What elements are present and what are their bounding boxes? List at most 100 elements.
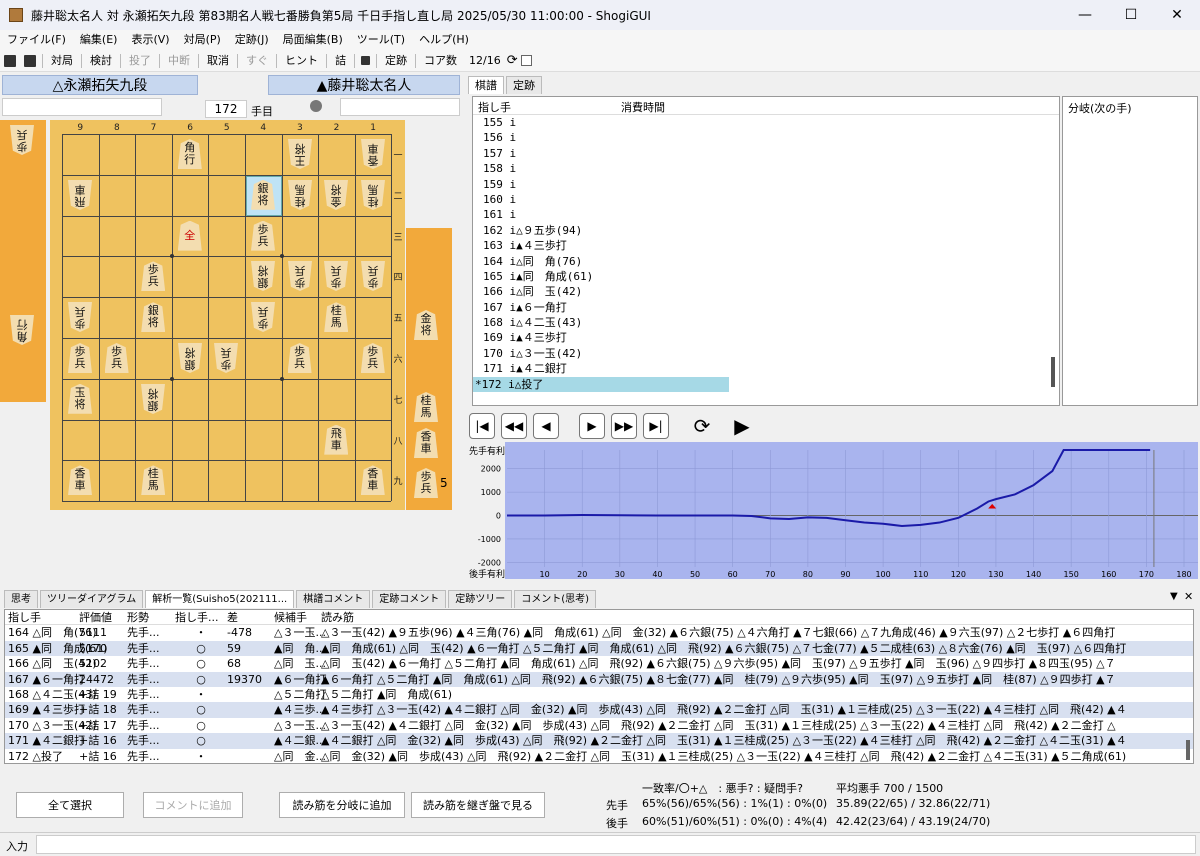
- sente-hand-piece[interactable]: 歩兵: [414, 468, 438, 498]
- board-piece[interactable]: 銀将: [251, 179, 275, 210]
- board-piece[interactable]: 桂馬: [324, 302, 349, 333]
- kifu-move-row[interactable]: 167 i▲６一角打: [473, 300, 1059, 315]
- board-piece[interactable]: 歩兵: [104, 343, 129, 373]
- kifu-tab-0[interactable]: 棋譜: [468, 76, 504, 94]
- board-piece[interactable]: 金将: [324, 180, 348, 210]
- analysis-row[interactable]: 169 ▲４三歩打 +詰 18 先手... ○ ▲４三歩... ▲４三歩打 △３一玉(42…: [5, 702, 1193, 718]
- first-move-button[interactable]: |◀: [469, 413, 495, 439]
- add-comment-button[interactable]: コメントに追加: [143, 792, 243, 818]
- kifu-move-row[interactable]: 170 i△３一玉(42): [473, 346, 1059, 361]
- kifu-move-row[interactable]: *172 i△投了: [473, 376, 729, 393]
- analysis-row[interactable]: 172 △投了 +詰 16 先手... ・ △同 金... △同 金(32) ▲同 歩成(…: [5, 749, 1193, 763]
- analysis-row[interactable]: 164 △同 角(76) 5111 先手... ・ -478 △３一玉... △３一玉(42…: [5, 625, 1193, 640]
- board-piece[interactable]: 歩兵: [288, 261, 312, 291]
- board-piece[interactable]: 桂馬: [141, 465, 166, 496]
- play-button[interactable]: 対局: [45, 50, 79, 72]
- analysis-tab-4[interactable]: 定跡コメント: [372, 590, 447, 608]
- board-piece[interactable]: 香車: [360, 465, 385, 496]
- kifu-move-row[interactable]: 164 i△同 角(76): [473, 254, 1059, 269]
- save-icon[interactable]: [24, 54, 36, 67]
- mate-button[interactable]: 詰: [329, 50, 352, 72]
- analysis-header-cell[interactable]: 評価値: [79, 610, 127, 624]
- analysis-header-cell[interactable]: 差: [227, 610, 274, 624]
- board-piece[interactable]: 歩兵: [214, 343, 238, 373]
- pane-close-icon[interactable]: ✕: [1184, 590, 1193, 603]
- board-piece[interactable]: 歩兵: [361, 261, 385, 291]
- analysis-header-cell[interactable]: 候補手: [274, 610, 321, 624]
- kifu-move-row[interactable]: 161 i: [473, 207, 1059, 222]
- board-piece[interactable]: 歩兵: [251, 302, 275, 332]
- hint-button[interactable]: ヒント: [279, 50, 324, 72]
- analysis-tab-0[interactable]: 思考: [4, 590, 38, 608]
- gote-hand-piece[interactable]: 角行: [10, 315, 34, 345]
- pane-collapse-icon[interactable]: ▼: [1170, 591, 1178, 602]
- pause-button[interactable]: 中断: [162, 50, 196, 72]
- analysis-scrollbar[interactable]: [1186, 740, 1190, 760]
- resign-button[interactable]: 投了: [123, 50, 157, 72]
- analysis-header-cell[interactable]: 形勢: [127, 610, 175, 624]
- menu-item-5[interactable]: 局面編集(B): [276, 30, 350, 50]
- back-button[interactable]: ◀: [533, 413, 559, 439]
- board-piece[interactable]: 歩兵: [68, 302, 92, 332]
- kifu-move-row[interactable]: 159 i: [473, 177, 1059, 192]
- board-piece[interactable]: 角行: [177, 139, 202, 169]
- board-piece[interactable]: 香車: [68, 465, 92, 496]
- analysis-row[interactable]: 171 ▲４二銀打 +詰 16 先手... ○ ▲４二銀... ▲４二銀打 △同 金(32…: [5, 733, 1193, 749]
- analysis-tab-3[interactable]: 棋譜コメント: [296, 590, 371, 608]
- menu-item-1[interactable]: 編集(E): [73, 30, 125, 50]
- board-piece[interactable]: 歩兵: [251, 220, 275, 251]
- analysis-tab-6[interactable]: コメント(思考): [514, 590, 597, 608]
- menu-item-2[interactable]: 表示(V): [124, 30, 176, 50]
- kifu-move-row[interactable]: 157 i: [473, 146, 1059, 161]
- joseki-button[interactable]: 定跡: [379, 50, 413, 72]
- forward-10-button[interactable]: ▶▶: [611, 413, 637, 439]
- open-file-icon[interactable]: [4, 54, 16, 67]
- back-10-button[interactable]: ◀◀: [501, 413, 527, 439]
- analysis-row[interactable]: 170 △３一玉(42) +詰 17 先手... ○ △３一玉... △３一玉(42) ▲…: [5, 718, 1193, 733]
- evaluation-graph[interactable]: 2000 1000 0 -1000 -2000 10 20 30 40 50 60 70 80 90 100…: [467, 442, 1198, 580]
- board-piece[interactable]: 歩兵: [141, 261, 166, 292]
- kifu-move-row[interactable]: 166 i△同 玉(42): [473, 284, 1059, 299]
- close-button[interactable]: ✕: [1154, 0, 1200, 30]
- study-button[interactable]: 検討: [84, 50, 118, 72]
- analysis-header-cell[interactable]: 指し手: [5, 610, 79, 624]
- analysis-row[interactable]: 166 △同 玉(42) 5102 先手... ○ 68 △同 玉... △同 玉(42) …: [5, 656, 1193, 671]
- analysis-header-cell[interactable]: 指し手...: [175, 610, 227, 624]
- board-piece[interactable]: 香車: [361, 139, 385, 169]
- board-piece[interactable]: 桂馬: [288, 180, 312, 210]
- analysis-tab-1[interactable]: ツリーダイアグラム: [40, 590, 144, 608]
- sente-hand-piece[interactable]: 金将: [414, 310, 438, 340]
- board-piece[interactable]: 飛車: [68, 180, 92, 210]
- sente-hand-piece[interactable]: 桂馬: [414, 392, 438, 422]
- analysis-row[interactable]: 167 ▲６一角打 24472 先手... ○ 19370 ▲６一角打 ▲６一角打 △５二角…: [5, 671, 1193, 687]
- kifu-move-row[interactable]: 162 i△９五歩(94): [473, 223, 1059, 238]
- play-kifu-button[interactable]: ▶: [729, 413, 755, 439]
- stop-icon[interactable]: [361, 56, 370, 65]
- branch-list[interactable]: 分岐(次の手): [1062, 96, 1198, 406]
- kifu-move-row[interactable]: 169 i▲４三歩打: [473, 330, 1059, 345]
- last-move-button[interactable]: ▶|: [643, 413, 669, 439]
- kifu-move-row[interactable]: 171 i▲４二銀打: [473, 361, 1059, 376]
- menu-item-0[interactable]: ファイル(F): [0, 30, 73, 50]
- kifu-move-row[interactable]: 165 i▲同 角成(61): [473, 269, 1059, 284]
- board-piece[interactable]: 歩兵: [287, 343, 312, 373]
- board-piece[interactable]: 銀将: [141, 384, 165, 414]
- analysis-table[interactable]: 指し手 評価値 形勢 指し手... 差候補手 読み筋 164 △同 角(76) 5111 先手.…: [4, 609, 1194, 764]
- board-piece[interactable]: 銀将: [251, 261, 275, 291]
- kifu-move-row[interactable]: 163 i▲４三歩打: [473, 238, 1059, 253]
- board-piece[interactable]: 王将: [288, 139, 312, 169]
- add-branch-button[interactable]: 読み筋を分岐に追加: [279, 792, 405, 818]
- board-piece[interactable]: 全: [177, 220, 202, 251]
- board-piece[interactable]: 歩兵: [324, 261, 348, 291]
- kifu-move-row[interactable]: 155 i: [473, 115, 1059, 130]
- continue-board-button[interactable]: 読み筋を継ぎ盤で見る: [411, 792, 545, 818]
- board-piece[interactable]: 銀将: [141, 302, 166, 333]
- menu-item-6[interactable]: ツール(T): [350, 30, 412, 50]
- kifu-scrollbar[interactable]: [1051, 357, 1055, 387]
- undo-button[interactable]: 取消: [201, 50, 235, 72]
- forward-button[interactable]: ▶: [579, 413, 605, 439]
- board-piece[interactable]: 桂馬: [361, 180, 385, 210]
- board-piece[interactable]: 歩兵: [68, 343, 92, 373]
- maximize-button[interactable]: ☐: [1108, 0, 1154, 30]
- minimize-button[interactable]: —: [1062, 0, 1108, 30]
